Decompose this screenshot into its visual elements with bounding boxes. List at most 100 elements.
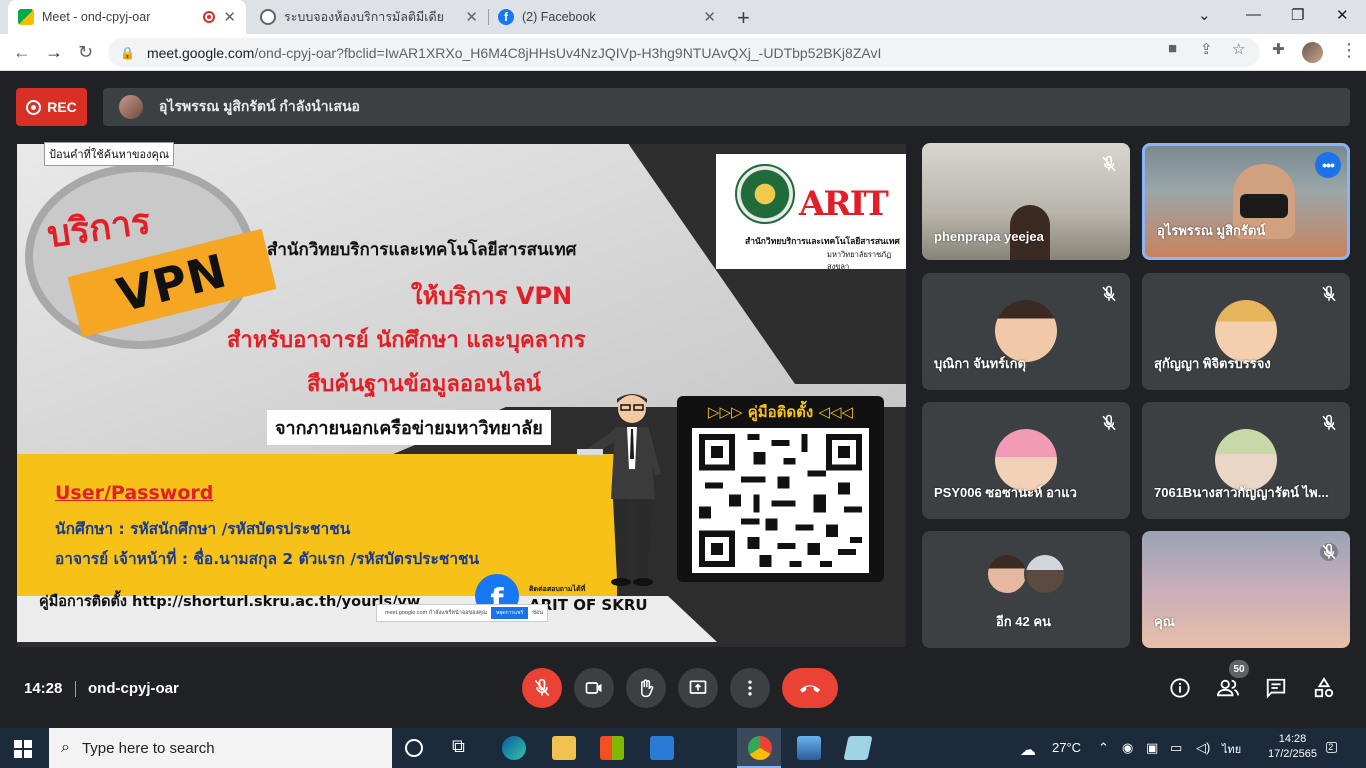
profile-avatar[interactable] xyxy=(1302,42,1323,63)
raise-hand-button[interactable] xyxy=(626,668,666,708)
activities-button[interactable] xyxy=(1312,676,1336,700)
meet-favicon-icon xyxy=(18,9,34,25)
more-options-button[interactable] xyxy=(730,668,770,708)
participant-tile[interactable]: phenprapa yeejea xyxy=(922,143,1130,260)
leave-call-button[interactable] xyxy=(782,668,838,708)
participant-tile[interactable]: สุกัญญา พิจิตรบรรจง xyxy=(1142,273,1350,390)
tab-search-icon[interactable]: ⌄ xyxy=(1198,6,1211,24)
tab-title: Meet - ond-cpyj-oar xyxy=(42,10,151,24)
logo-caption-1: สำนักวิทยบริการและเทคโนโลยีสารสนเทศ xyxy=(745,236,900,246)
participant-tile[interactable]: บุณิกา จันทร์เกตุ xyxy=(922,273,1130,390)
participant-name: อุไรพรรณ มูสิกรัตน์ xyxy=(1157,223,1266,238)
cortana-icon[interactable] xyxy=(405,739,423,757)
qr-code xyxy=(692,428,869,573)
participant-name: สุกัญญา พิจิตรบรรจง xyxy=(1154,356,1271,371)
qr-title: ▷▷▷ คู่มือติดตั้ง ◁◁◁ xyxy=(707,403,854,421)
edge-icon[interactable] xyxy=(502,736,526,760)
task-view-icon[interactable]: ⧉ xyxy=(452,736,476,760)
new-tab-button[interactable]: + xyxy=(737,5,750,31)
back-icon[interactable]: ← xyxy=(13,42,31,63)
tab-facebook[interactable]: f (2) Facebook ✕ xyxy=(488,0,726,34)
shapes-icon xyxy=(1314,677,1334,698)
close-tab-icon[interactable]: ✕ xyxy=(465,8,478,26)
others-tile[interactable]: อีก 42 คน xyxy=(922,531,1130,648)
participant-name: PSY006 ซอซานะห์ อาแว xyxy=(934,485,1077,500)
camera-toggle-button[interactable] xyxy=(574,668,614,708)
mic-off-icon xyxy=(1102,155,1116,172)
record-tray-icon[interactable]: ◉ xyxy=(1122,740,1133,756)
volume-icon[interactable]: ◁) xyxy=(1196,740,1210,756)
camera-icon[interactable]: ■ xyxy=(1168,40,1177,57)
slide-search-db: สืบค้นฐานข้อมูลออนไลน์ xyxy=(307,372,541,397)
slide-org-title: สำนักวิทยบริการและเทคโนโลยีสารสนเทศ xyxy=(267,240,577,260)
hide-notice-button[interactable]: ซ่อน xyxy=(532,609,543,617)
notification-center-icon[interactable]: ▢2 xyxy=(1325,738,1343,755)
tab-booking[interactable]: ระบบจองห้องบริการมัลติมีเดีย ✕ xyxy=(250,0,488,34)
extensions-icon[interactable]: ✚ xyxy=(1272,40,1285,58)
chrome-icon[interactable] xyxy=(748,736,772,760)
tab-meet[interactable]: Meet - ond-cpyj-oar ✕ xyxy=(8,0,246,34)
meet-tray-icon[interactable]: ▣ xyxy=(1146,740,1158,756)
tab-title: (2) Facebook xyxy=(522,10,596,24)
presenting-text: อุไรพรรณ มูสิกรัตน์ กำลังนำเสนอ xyxy=(159,98,360,114)
windows-taskbar: ⌕ Type here to search ⧉ ☁ 27°C ⌃ ◉ ▣ ▭ ◁… xyxy=(0,728,1366,768)
mic-off-icon xyxy=(1322,414,1336,431)
microsoft-store-icon[interactable] xyxy=(600,736,624,760)
participant-name: บุณิกา จันทร์เกตุ xyxy=(934,356,1026,371)
share-icon[interactable]: ⇪ xyxy=(1200,40,1213,58)
others-count: อีก 42 คน xyxy=(996,614,1051,629)
participant-tile[interactable]: 7061Bนางสาวกัญญารัตน์ ไพ... xyxy=(1142,402,1350,519)
recording-dot-icon xyxy=(203,11,216,23)
hand-icon xyxy=(641,679,654,698)
close-window-icon[interactable]: ✕ xyxy=(1336,6,1349,24)
weather-temp[interactable]: 27°C xyxy=(1052,740,1081,755)
share-notice-text: meet.google.com กำลังแชร์หน้าจอของคุณ xyxy=(385,610,487,616)
app-icon[interactable] xyxy=(843,736,873,760)
cartoon-presenter-illustration xyxy=(577,394,661,586)
mic-off-icon xyxy=(1322,285,1336,302)
forward-icon[interactable]: → xyxy=(45,42,63,63)
weather-icon[interactable]: ☁ xyxy=(1020,740,1036,760)
restore-icon[interactable]: ❐ xyxy=(1291,6,1304,24)
tray-chevron-icon[interactable]: ⌃ xyxy=(1098,740,1109,756)
url-text: meet.google.com/ond-cpyj-oar?fbclid=IwAR… xyxy=(146,44,882,61)
file-explorer-icon[interactable] xyxy=(552,736,576,760)
taskbar-search-input[interactable]: ⌕ Type here to search xyxy=(49,728,392,768)
mail-icon[interactable] xyxy=(650,736,674,760)
participant-avatar xyxy=(986,553,1028,595)
present-screen-button[interactable] xyxy=(678,668,718,708)
photos-icon[interactable] xyxy=(797,736,821,760)
more-options-button[interactable]: ••• xyxy=(1315,152,1341,178)
participant-name: คุณ xyxy=(1154,614,1175,629)
record-icon xyxy=(26,99,42,115)
lock-icon[interactable]: 🔒 xyxy=(120,46,135,60)
minimize-icon[interactable]: — xyxy=(1246,6,1261,23)
language-indicator[interactable]: ไทย xyxy=(1222,740,1241,758)
participants-count-badge: 50 xyxy=(1229,660,1249,678)
reload-icon[interactable]: ↻ xyxy=(78,42,93,63)
browser-menu-icon[interactable]: ⋮ xyxy=(1340,40,1358,61)
chat-button[interactable] xyxy=(1264,676,1288,700)
qr-card: ▷▷▷ คู่มือติดตั้ง ◁◁◁ xyxy=(677,396,884,582)
participant-tile[interactable]: PSY006 ซอซานะห์ อาแว xyxy=(922,402,1130,519)
stop-sharing-button[interactable]: หยุดการแชร์ xyxy=(490,607,529,619)
people-button[interactable] xyxy=(1216,676,1240,700)
windows-start-icon[interactable] xyxy=(14,740,32,758)
close-tab-icon[interactable]: ✕ xyxy=(703,8,716,26)
facebook-icon: f xyxy=(498,9,514,25)
mic-toggle-button[interactable] xyxy=(522,668,562,708)
taskbar-clock[interactable]: 14:28 17/2/2565 xyxy=(1268,732,1317,762)
slide-audience: สำหรับอาจารย์ นักศึกษา และบุคลากร xyxy=(227,328,586,353)
meeting-code: ond-cpyj-oar xyxy=(88,680,179,697)
participant-tile-presenter[interactable]: ••• อุไรพรรณ มูสิกรัตน์ xyxy=(1142,143,1350,260)
network-icon[interactable]: ▭ xyxy=(1170,740,1182,756)
presenter-avatar xyxy=(119,95,143,119)
meeting-details-button[interactable] xyxy=(1168,676,1192,700)
slide-service-title: ให้บริการ VPN xyxy=(410,282,573,310)
mic-off-icon xyxy=(534,678,550,697)
self-tile[interactable]: คุณ xyxy=(1142,531,1350,648)
address-bar[interactable]: 🔒 meet.google.com/ond-cpyj-oar?fbclid=Iw… xyxy=(108,38,1260,67)
bookmark-star-icon[interactable]: ☆ xyxy=(1232,40,1245,58)
recording-badge[interactable]: REC xyxy=(16,88,87,126)
close-tab-icon[interactable]: ✕ xyxy=(223,8,236,26)
